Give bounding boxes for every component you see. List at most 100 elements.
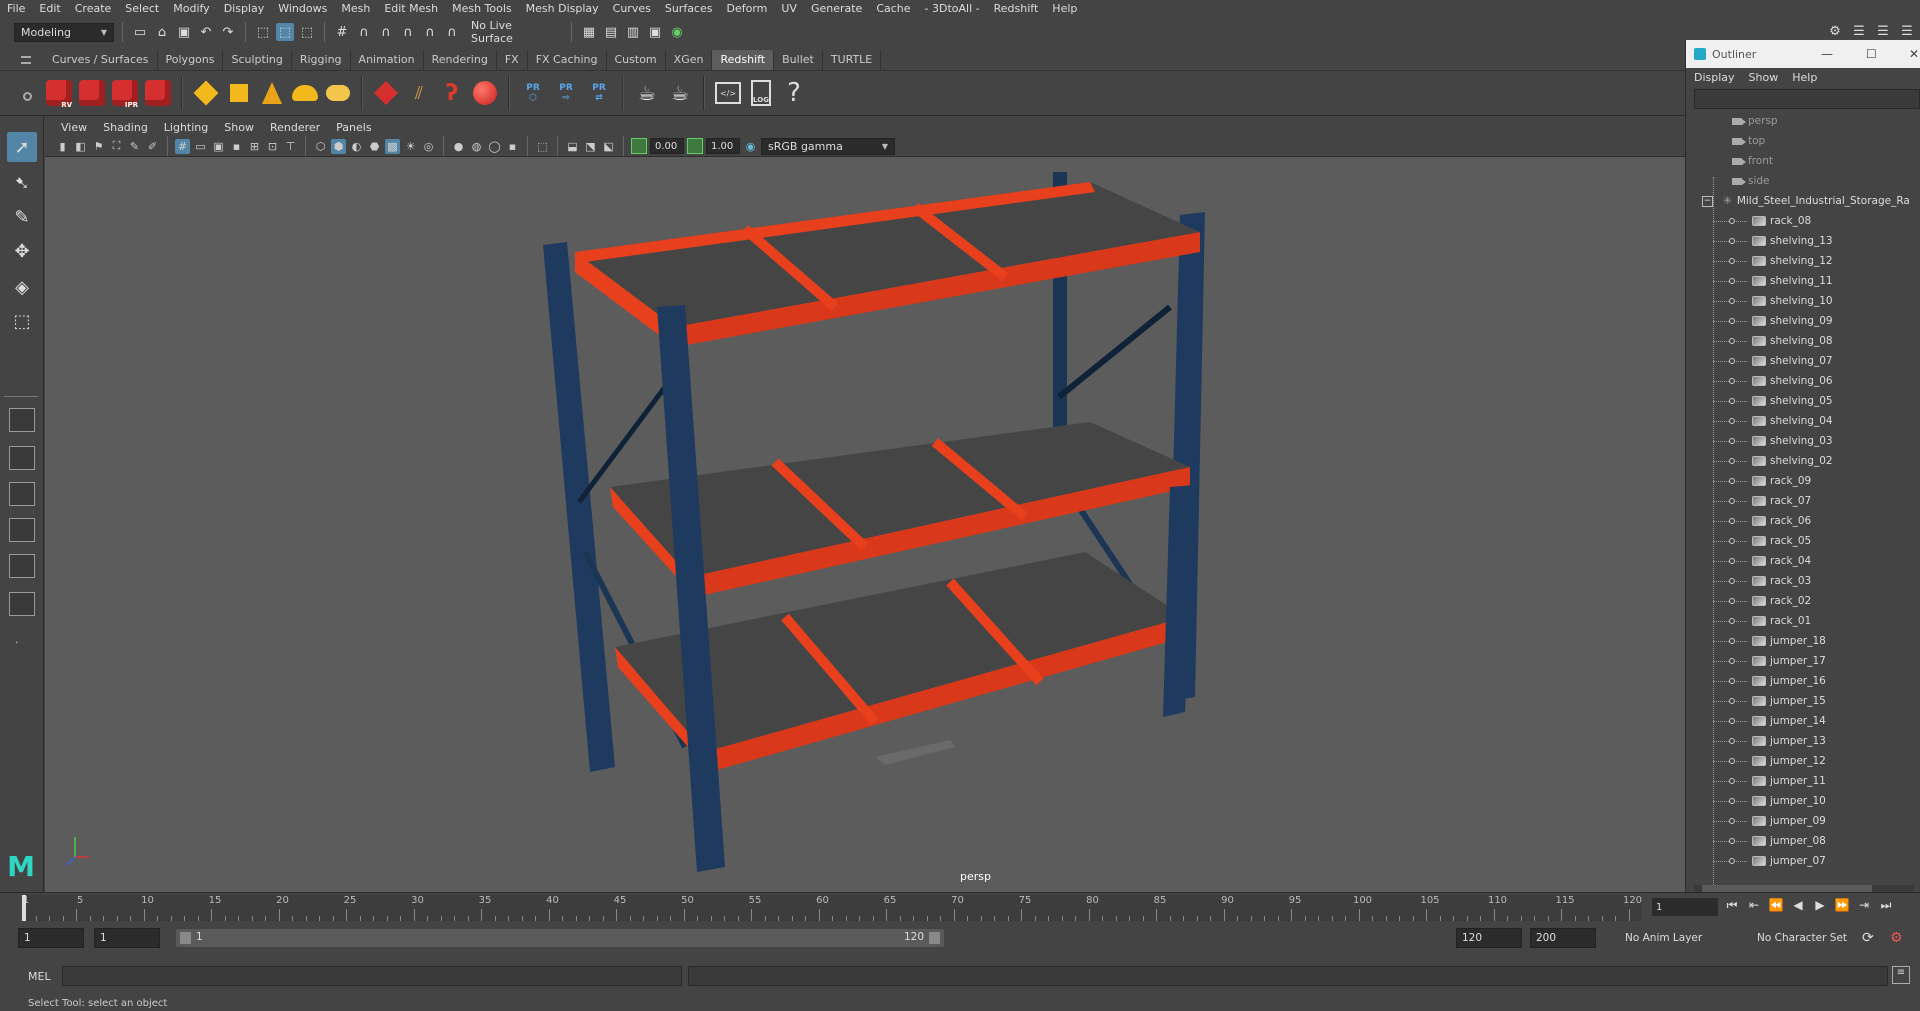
play-forwards-icon[interactable]: ▶ [1812, 898, 1828, 913]
outliner-camera-item[interactable]: side [1686, 171, 1920, 191]
hypershade-icon[interactable]: ◉ [668, 23, 686, 41]
rs-area-light-button[interactable] [191, 76, 221, 110]
outliner-mesh-item[interactable]: jumper_08 [1686, 831, 1920, 851]
outliner-mesh-item[interactable]: rack_01 [1686, 611, 1920, 631]
outliner-mesh-item[interactable]: rack_08 [1686, 211, 1920, 231]
backface-icon[interactable]: ▪ [505, 139, 520, 154]
outliner-root-item[interactable]: − ✳ Mild_Steel_Industrial_Storage_Ra [1686, 191, 1920, 211]
outliner-mesh-item[interactable]: shelving_02 [1686, 451, 1920, 471]
character-set-dropdown[interactable]: No Character Set [1752, 928, 1862, 948]
use-all-lights-icon[interactable]: ▩ [385, 138, 400, 154]
toolbox-more-icon[interactable]: · [15, 636, 19, 649]
command-input[interactable] [62, 966, 682, 986]
panel-menu-shading[interactable]: Shading [95, 121, 156, 134]
rs-material-button[interactable] [470, 76, 500, 110]
rs-help-button[interactable]: ? [779, 76, 809, 110]
outliner-mesh-item[interactable]: rack_07 [1686, 491, 1920, 511]
wireframe-on-shaded-icon[interactable]: ◐ [349, 139, 364, 154]
select-hierarchy-icon[interactable]: ⬚ [254, 23, 272, 41]
rs-render-view-button[interactable]: RV [44, 76, 74, 110]
gamma-toggle-icon[interactable] [687, 138, 703, 154]
current-frame-field[interactable]: 1 [1652, 898, 1718, 916]
rs-ipr-button[interactable]: IPR [110, 76, 140, 110]
wireframe-icon[interactable]: ⬡ [313, 139, 328, 154]
outliner-mesh-item[interactable]: rack_05 [1686, 531, 1920, 551]
rs-spot-light-button[interactable] [257, 76, 287, 110]
menu-windows[interactable]: Windows [271, 2, 334, 15]
playback-start-field[interactable]: 1 [94, 928, 160, 948]
snap-point-icon[interactable]: ∩ [377, 23, 395, 41]
color-management-icon[interactable]: ◉ [743, 139, 758, 154]
step-back-frame-icon[interactable]: ⏪ [1768, 898, 1784, 913]
hud-icon[interactable]: ⬕ [601, 139, 616, 154]
animation-end-field[interactable]: 200 [1530, 928, 1596, 948]
snap-grid-icon[interactable]: # [333, 23, 351, 41]
color-space-dropdown[interactable]: sRGB gamma ▼ [761, 137, 895, 155]
outliner-mesh-item[interactable]: jumper_14 [1686, 711, 1920, 731]
exposure-toggle-icon[interactable] [631, 138, 647, 154]
snap-view-icon[interactable]: ∩ [399, 23, 417, 41]
panel-menu-panels[interactable]: Panels [328, 121, 379, 134]
mode-dropdown[interactable]: Modeling ▼ [14, 22, 114, 42]
animation-start-field[interactable]: 1 [18, 928, 84, 948]
panel-menu-show[interactable]: Show [216, 121, 262, 134]
shelf-tab-redshift[interactable]: Redshift [712, 50, 775, 70]
bookmark-icon[interactable]: ⚑ [91, 139, 106, 154]
range-start-handle[interactable] [180, 932, 191, 944]
outliner-mesh-item[interactable]: shelving_05 [1686, 391, 1920, 411]
modeling-toolkit-icon[interactable]: ⚙ [1826, 22, 1844, 40]
frame-all-icon[interactable]: ⬓ [565, 139, 580, 154]
gate-mask-icon[interactable]: ▪ [229, 139, 244, 154]
anim-layer-dropdown[interactable]: No Anim Layer [1620, 928, 1746, 948]
menu-mesh-display[interactable]: Mesh Display [519, 2, 606, 15]
grease-pencil-icon[interactable]: ✐ [145, 139, 160, 154]
frame-selected-icon[interactable]: ⬔ [583, 139, 598, 154]
scale-tool-icon[interactable]: ⬚ [7, 306, 37, 336]
rs-volume-button[interactable]: ⫽ [404, 76, 434, 110]
rs-hair-button[interactable]: ʔ [437, 76, 467, 110]
paint-select-tool-icon[interactable]: ✎ [7, 202, 37, 232]
two-d-pan-icon[interactable]: ✎ [127, 139, 142, 154]
menu-uv[interactable]: UV [774, 2, 804, 15]
outliner-mesh-item[interactable]: rack_04 [1686, 551, 1920, 571]
safe-title-icon[interactable]: ⊤ [283, 139, 298, 154]
outliner-mesh-item[interactable]: rack_06 [1686, 511, 1920, 531]
outliner-mesh-item[interactable]: shelving_03 [1686, 431, 1920, 451]
safe-action-icon[interactable]: ⊡ [265, 139, 280, 154]
outliner-mesh-item[interactable]: shelving_04 [1686, 411, 1920, 431]
save-scene-icon[interactable]: ▣ [175, 23, 193, 41]
rs-tea-batch-button[interactable]: ☕ [665, 76, 695, 110]
shelf-settings-icon[interactable] [23, 92, 32, 101]
outliner-search-input[interactable] [1694, 89, 1920, 109]
outliner-mesh-item[interactable]: shelving_09 [1686, 311, 1920, 331]
select-component-icon[interactable]: ⬚ [298, 23, 316, 41]
script-editor-icon[interactable]: ≡ [1892, 966, 1910, 984]
step-forward-frame-icon[interactable]: ⏩ [1834, 898, 1850, 913]
xray-components-icon[interactable]: ◯ [487, 139, 502, 154]
outliner-mesh-item[interactable]: shelving_08 [1686, 331, 1920, 351]
outliner-mesh-item[interactable]: jumper_16 [1686, 671, 1920, 691]
rotate-tool-icon[interactable]: ◈ [7, 272, 37, 302]
rs-sun-sky-button[interactable] [323, 76, 353, 110]
outliner-menu-display[interactable]: Display [1694, 71, 1735, 84]
film-gate-icon[interactable]: ▭ [193, 139, 208, 154]
camera-attributes-icon[interactable]: ◧ [73, 139, 88, 154]
make-live-icon[interactable]: ∩ [443, 23, 461, 41]
persp-outliner-layout-icon[interactable] [9, 482, 35, 506]
auto-key-icon[interactable]: ⟳ [1862, 930, 1874, 946]
time-ruler[interactable]: 1 5 10 15 20 25 30 35 40 45 50 55 60 65 70 75 80 85 90 95 10… [22, 895, 1642, 921]
outliner-mesh-item[interactable]: jumper_07 [1686, 851, 1920, 871]
current-time-indicator[interactable] [22, 895, 26, 921]
step-forward-key-icon[interactable]: ⇥ [1856, 898, 1872, 913]
panel-menu-renderer[interactable]: Renderer [262, 121, 328, 134]
perspective-viewport[interactable] [45, 157, 1685, 892]
menu-3dtoall[interactable]: - 3DtoAll - [918, 2, 987, 15]
menu-mesh-tools[interactable]: Mesh Tools [445, 2, 519, 15]
rs-portal-light-button[interactable] [224, 76, 254, 110]
close-icon[interactable]: ✕ [1909, 47, 1919, 61]
menu-modify[interactable]: Modify [166, 2, 216, 15]
hypershade-layout-icon[interactable] [9, 592, 35, 616]
persp-graph-outliner-layout-icon[interactable] [9, 554, 35, 578]
animation-prefs-icon[interactable]: ⚙ [1890, 930, 1903, 946]
attribute-editor-icon[interactable]: ☰ [1850, 22, 1868, 40]
